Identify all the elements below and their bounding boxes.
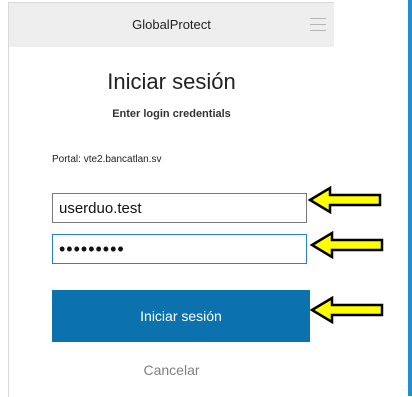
menu-bar-line bbox=[310, 30, 326, 31]
portal-value: vte2.bancatlan.sv bbox=[83, 154, 162, 165]
cancel-link[interactable]: Cancelar bbox=[9, 362, 334, 378]
background-window-edge bbox=[408, 0, 412, 396]
window-title: GlobalProtect bbox=[132, 17, 211, 32]
password-field[interactable] bbox=[52, 234, 307, 264]
page-subtitle: Enter login credentials bbox=[112, 108, 231, 120]
arrow-shape bbox=[308, 186, 382, 214]
arrow-shape bbox=[310, 231, 384, 259]
login-button[interactable]: Iniciar sesión bbox=[52, 290, 310, 342]
portal-info: Portal: vte2.bancatlan.sv bbox=[52, 154, 162, 165]
hamburger-menu-icon[interactable] bbox=[310, 18, 326, 32]
arrow-shape bbox=[310, 296, 384, 324]
left-arrow-icon bbox=[308, 186, 382, 214]
portal-label: Portal: bbox=[52, 154, 81, 165]
left-arrow-icon bbox=[310, 231, 384, 259]
menu-bar-line bbox=[310, 18, 326, 19]
menu-bar-line bbox=[310, 24, 326, 25]
page-title: Iniciar sesión bbox=[107, 69, 236, 94]
globalprotect-window: GlobalProtect Iniciar sesión Enter login… bbox=[8, 2, 334, 397]
left-arrow-icon bbox=[310, 296, 384, 324]
title-bar: GlobalProtect bbox=[9, 3, 334, 47]
username-field[interactable] bbox=[52, 193, 307, 223]
